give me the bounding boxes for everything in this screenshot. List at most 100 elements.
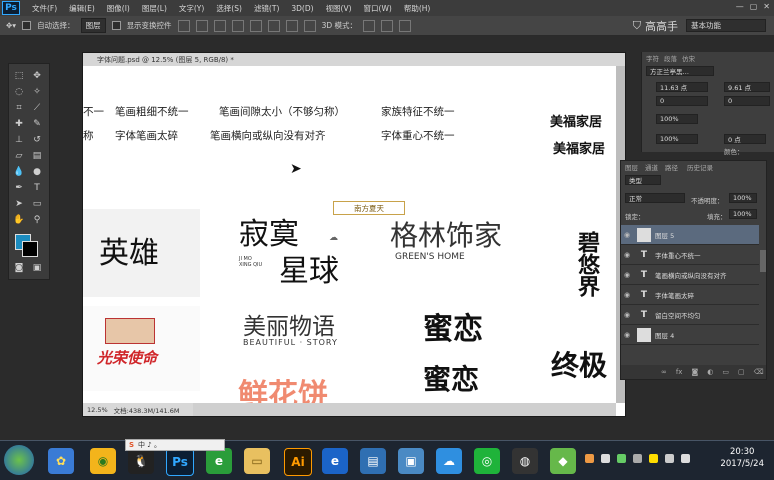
font-family-dropdown[interactable]: 方正兰亭黑… [646,66,714,76]
show-transform-checkbox[interactable] [111,21,121,30]
folder-icon[interactable]: ▭ [244,448,270,474]
menu-type[interactable]: 文字(Y) [173,3,210,14]
layer-filter-dropdown[interactable]: 类型 [625,175,661,185]
3d-rotate-icon[interactable] [363,19,375,32]
eraser-icon[interactable]: ▱ [13,150,25,162]
tab-fangsong[interactable]: 仿宋 [682,53,695,63]
visibility-eye-icon[interactable]: ◉ [621,331,633,339]
vertical-scale-field[interactable]: 100% [656,114,698,124]
ime-toolbar[interactable]: S 中 ♪ 。 [125,439,225,451]
healing-icon[interactable]: ✚ [13,118,25,130]
network-icon[interactable] [665,454,674,463]
background-color-swatch[interactable] [22,241,38,257]
marquee-icon[interactable]: ⬚ [13,70,25,82]
align-bottom-icon[interactable] [213,19,226,32]
menu-filter[interactable]: 滤镜(T) [248,3,285,14]
minimize-icon[interactable]: — [736,2,744,11]
path-select-icon[interactable]: ➤ [13,198,25,210]
layer-row[interactable]: ◉ T 字体重心不统一 [621,245,759,265]
shape-icon[interactable]: ▭ [31,198,43,210]
canvas[interactable]: 不一 笔画粗细不统一 笔画间隙太小（不够匀称） 家族特征不统一 称 字体笔画太碎… [83,66,616,403]
tray-icon[interactable] [633,454,642,463]
opacity-field[interactable]: 100% [729,193,757,203]
tray-icon[interactable] [585,454,594,463]
tracking-field[interactable]: 0 [724,96,770,106]
pen-icon[interactable]: ✒ [13,182,25,194]
mask-icon[interactable]: ◙ [691,368,698,376]
baseline-field[interactable]: 0 点 [724,134,766,144]
qq-icon[interactable]: 🐧 [128,448,154,474]
history-brush-icon[interactable]: ↺ [31,134,43,146]
photo-viewer-icon[interactable]: ▣ [398,448,424,474]
document-info[interactable]: 文档:438.3M/141.6M [114,405,180,415]
gradient-icon[interactable]: ▤ [31,150,43,162]
tray-icon[interactable] [617,454,626,463]
fx-icon[interactable]: fx [676,368,683,376]
tab-paragraph[interactable]: 段落 [664,53,677,63]
eyedropper-icon[interactable]: ⟋ [31,102,43,114]
layer-row[interactable]: ◉ T 字体笔画太碎 [621,285,759,305]
volume-icon[interactable] [681,454,690,463]
crop-icon[interactable]: ⌗ [13,102,25,114]
layer-row[interactable]: ◉ T 笔画横向或纵向没有对齐 [621,265,759,285]
maximize-icon[interactable]: ▢ [750,2,758,11]
hand-icon[interactable]: ✋ [13,214,25,226]
menu-file[interactable]: 文件(F) [26,3,63,14]
tab-character[interactable]: 字符 [646,53,659,63]
tray-icon[interactable] [649,454,658,463]
panel-scrollbar[interactable] [760,250,766,272]
align-center-icon[interactable] [249,19,262,32]
menu-window[interactable]: 窗口(W) [358,3,398,14]
trash-icon[interactable]: ⌫ [754,368,764,376]
menu-3d[interactable]: 3D(D) [285,4,319,13]
align-right-icon[interactable] [267,19,280,32]
screen-mode-icon[interactable]: ▣ [31,262,43,274]
3d-pan-icon[interactable] [399,19,411,32]
move-tool-icon[interactable]: ✥▾ [6,21,16,30]
pinwheel-icon[interactable]: ✿ [48,448,74,474]
menu-select[interactable]: 选择(S) [210,3,248,14]
group-icon[interactable]: ▭ [722,368,729,376]
table-app-icon[interactable]: ▤ [360,448,386,474]
ie-green-icon[interactable]: e [206,448,232,474]
workspace-dropdown[interactable]: 基本功能 [686,19,766,32]
move-icon[interactable]: ✥ [31,70,43,82]
dodge-icon[interactable]: ● [31,166,43,178]
horizontal-scrollbar[interactable] [193,403,616,416]
tray-icon[interactable] [601,454,610,463]
distribute-icon[interactable] [285,19,298,32]
ie-icon[interactable]: e [322,448,348,474]
document-tab[interactable]: 字体问题.psd @ 12.5% (图层 5, RGB/8) * [83,53,625,66]
visibility-eye-icon[interactable]: ◉ [621,271,633,279]
lasso-icon[interactable]: ◌ [13,86,25,98]
distribute-h-icon[interactable] [303,19,316,32]
menu-edit[interactable]: 编辑(E) [63,3,101,14]
menu-help[interactable]: 帮助(H) [398,3,437,14]
browser-icon[interactable]: ◉ [90,448,116,474]
leading-field[interactable]: 9.61 点 [724,82,770,92]
visibility-eye-icon[interactable]: ◉ [621,291,633,299]
tab-channels[interactable]: 通道 [645,162,658,172]
cloud-icon[interactable]: ☁ [436,448,462,474]
fill-field[interactable]: 100% [729,209,757,219]
obs-icon[interactable]: ◍ [512,448,538,474]
layer-row[interactable]: ◉ T 留白空间不均匀 [621,305,759,325]
layer-row[interactable]: ◉ 图层 5 [621,225,759,245]
font-size-field[interactable]: 11.63 点 [656,82,708,92]
align-top-icon[interactable] [177,19,190,32]
link-icon[interactable]: ∞ [661,368,667,376]
zoom-level[interactable]: 12.5% [87,406,108,414]
blend-mode-dropdown[interactable]: 正常 [625,193,685,203]
wechat-icon[interactable]: ◎ [474,448,500,474]
type-icon[interactable]: T [31,182,43,194]
auto-select-dropdown[interactable]: 图层 [80,18,106,33]
brush-icon[interactable]: ✎ [31,118,43,130]
kerning-field[interactable]: 0 [656,96,708,106]
menu-layer[interactable]: 图层(L) [136,3,173,14]
adjustment-icon[interactable]: ◐ [707,368,713,376]
quick-mask-icon[interactable]: ◙ [13,262,25,274]
illustrator-icon[interactable]: Ai [284,448,312,476]
menu-image[interactable]: 图像(I) [101,3,136,14]
tab-layers[interactable]: 图层 [625,162,638,172]
visibility-eye-icon[interactable]: ◉ [621,311,633,319]
